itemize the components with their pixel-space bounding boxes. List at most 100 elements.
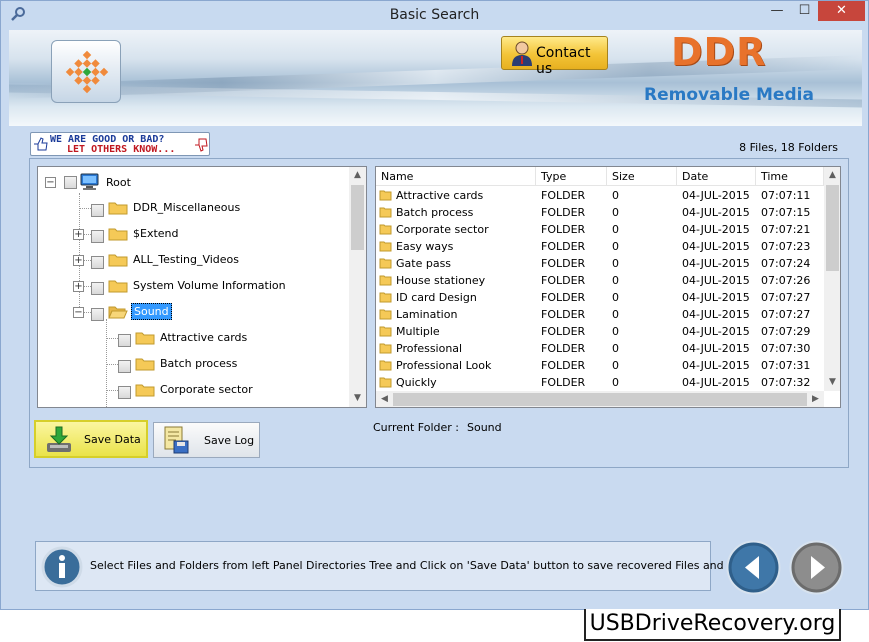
folder-icon [379,241,392,252]
tree-checkbox[interactable] [118,386,131,399]
column-header-date[interactable]: Date [677,167,756,186]
tree-label: Corporate sector [160,383,253,396]
cell-type: FOLDER [541,376,586,389]
title-bar: Basic Search — ☐ ✕ [1,1,868,30]
cell-date: 04-JUL-2015 [682,223,750,236]
list-vertical-scrollbar[interactable]: ▲ ▼ [824,167,840,391]
tree-node-ddr-miscellaneous[interactable]: DDR_Miscellaneous [38,199,298,219]
tree-checkbox[interactable] [91,230,104,243]
tree-checkbox[interactable] [91,282,104,295]
directory-tree[interactable]: − Root DDR_Miscellaneous + $Extend + ALL… [37,166,367,408]
table-row[interactable]: Gate pass FOLDER 0 04-JUL-2015 07:07:24 [376,255,824,272]
tree-node-attractive-cards[interactable]: Attractive cards [38,329,318,349]
app-logo [51,40,121,103]
tree-checkbox[interactable] [91,308,104,321]
table-row[interactable]: Attractive cards FOLDER 0 04-JUL-2015 07:07:… [376,187,824,204]
current-folder-label: Current Folder : [373,421,460,434]
brand-subtitle: Removable Media [644,85,814,105]
expand-icon[interactable]: + [73,255,84,266]
minimize-button[interactable]: — [763,1,791,21]
contact-us-button[interactable]: Contact us [501,36,608,77]
tree-checkbox[interactable] [64,176,77,189]
website-watermark: USBDriveRecovery.org [584,609,841,641]
save-data-button[interactable]: Save Data [34,420,148,458]
cell-date: 04-JUL-2015 [682,240,750,253]
back-arrow-icon[interactable] [726,540,781,595]
scroll-left-icon[interactable]: ◀ [376,391,393,407]
tree-label-selected: Sound [131,303,172,320]
table-row[interactable]: Professional Look FOLDER 0 04-JUL-2015 07:07… [376,357,824,374]
cell-type: FOLDER [541,206,586,219]
close-button[interactable]: ✕ [818,1,865,21]
cell-date: 04-JUL-2015 [682,206,750,219]
scroll-down-icon[interactable]: ▼ [824,374,840,391]
column-header-size[interactable]: Size [607,167,677,186]
folder-icon [379,190,392,201]
table-row[interactable]: Lamination FOLDER 0 04-JUL-2015 07:07:27 [376,306,824,323]
table-row[interactable]: Corporate sector FOLDER 0 04-JUL-2015 07:07:… [376,221,824,238]
cell-date: 04-JUL-2015 [682,376,750,389]
cell-size: 0 [612,291,619,304]
download-tray-icon [47,426,71,452]
tree-node-all-testing-videos[interactable]: + ALL_Testing_Videos [38,251,298,271]
scroll-right-icon[interactable]: ▶ [807,391,824,407]
cell-size: 0 [612,274,619,287]
folder-icon [135,332,155,345]
current-folder-value: Sound [467,421,502,434]
cell-name: Lamination [396,308,458,321]
tree-node-root[interactable]: − Root [38,173,238,193]
tree-checkbox[interactable] [91,256,104,269]
tree-checkbox[interactable] [118,334,131,347]
cell-date: 04-JUL-2015 [682,308,750,321]
feedback-banner[interactable]: WE ARE GOOD OR BAD? LET OTHERS KNOW... [30,132,210,156]
contact-us-label: Contact us [536,45,591,77]
tree-node-system-volume-information[interactable]: + System Volume Information [38,277,328,297]
expand-icon[interactable]: + [73,281,84,292]
table-row[interactable]: ID card Design FOLDER 0 04-JUL-2015 07:07:27 [376,289,824,306]
table-row[interactable]: Professional FOLDER 0 04-JUL-2015 07:07:30 [376,340,824,357]
column-header-type[interactable]: Type [536,167,607,186]
expand-icon[interactable]: + [73,229,84,240]
folder-icon [108,254,128,267]
tree-checkbox[interactable] [118,360,131,373]
app-window: Basic Search — ☐ ✕ Contact us DDR Remova… [0,0,869,610]
table-row[interactable]: Multiple FOLDER 0 04-JUL-2015 07:07:29 [376,323,824,340]
column-header-name[interactable]: Name [376,167,536,186]
cell-name: ID card Design [396,291,477,304]
scroll-thumb[interactable] [826,185,839,271]
tree-label: DDR_Miscellaneous [133,201,241,214]
cell-date: 04-JUL-2015 [682,274,750,287]
scroll-down-icon[interactable]: ▼ [349,390,366,407]
tree-node-extend[interactable]: + $Extend [38,225,298,245]
maximize-button[interactable]: ☐ [791,1,818,21]
scroll-thumb[interactable] [393,393,807,406]
collapse-icon[interactable]: − [73,307,84,318]
tree-label: $Extend [133,227,179,240]
cell-type: FOLDER [541,291,586,304]
column-header-time[interactable]: Time [756,167,824,186]
scroll-up-icon[interactable]: ▲ [349,167,366,184]
cell-time: 07:07:31 [761,359,811,372]
table-row[interactable]: Batch process FOLDER 0 04-JUL-2015 07:07:15 [376,204,824,221]
list-horizontal-scrollbar[interactable]: ◀ ▶ [376,391,824,407]
save-log-button[interactable]: Save Log [153,422,260,458]
tree-node-sound[interactable]: − Sound [38,303,298,323]
tree-node-corporate-sector[interactable]: Corporate sector [38,381,318,401]
cell-time: 07:07:21 [761,223,811,236]
scroll-thumb[interactable] [351,185,364,250]
cell-date: 04-JUL-2015 [682,342,750,355]
table-row[interactable]: House stationey FOLDER 0 04-JUL-2015 07:07:2… [376,272,824,289]
tree-node-batch-process[interactable]: Batch process [38,355,318,375]
table-row[interactable]: Easy ways FOLDER 0 04-JUL-2015 07:07:23 [376,238,824,255]
file-list[interactable]: Name Type Size Date Time Attractive card… [375,166,841,408]
status-message: Select Files and Folders from left Panel… [90,559,771,572]
cell-name: Gate pass [396,257,452,270]
tree-scrollbar[interactable]: ▲ ▼ [349,167,366,407]
folder-icon [379,207,392,218]
next-arrow-icon[interactable] [789,540,844,595]
collapse-icon[interactable]: − [45,177,56,188]
cell-size: 0 [612,223,619,236]
scroll-up-icon[interactable]: ▲ [824,167,840,184]
table-row[interactable]: Quickly FOLDER 0 04-JUL-2015 07:07:32 [376,374,824,391]
tree-checkbox[interactable] [91,204,104,217]
